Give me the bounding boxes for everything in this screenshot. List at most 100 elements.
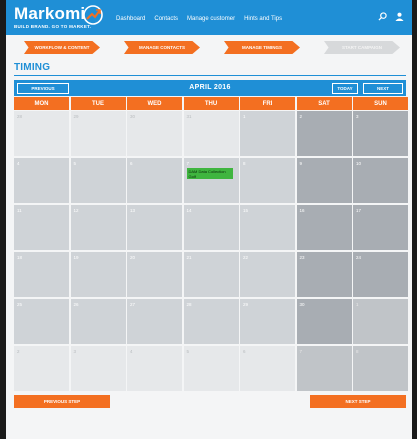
calendar-header: PREVIOUS APRIL 2016 TODAY NEXT (14, 80, 406, 96)
day-number: 22 (243, 255, 249, 260)
day-number: 23 (299, 255, 305, 260)
calendar-day-cell[interactable]: 6 (240, 346, 295, 391)
calendar-today-button[interactable]: TODAY (332, 83, 358, 94)
calendar-day-cell[interactable]: 26 (70, 299, 126, 344)
calendar-day-cell[interactable]: 7 (296, 346, 352, 391)
calendar-day-cell[interactable]: 22 (240, 252, 295, 297)
calendar-day-cell[interactable]: 3 (70, 346, 126, 391)
calendar-day-cell[interactable]: 6 (127, 158, 182, 203)
calendar-day-cell[interactable]: 1 (240, 111, 295, 156)
calendar-event[interactable]: DAM Data Collection Golf (186, 168, 233, 179)
brand-mark-icon (83, 5, 103, 25)
step-manage-timings[interactable]: MANAGE TIMINGS (224, 41, 300, 54)
day-number: 5 (186, 349, 190, 354)
calendar-day-cell[interactable]: 8 (353, 346, 408, 391)
day-number: 3 (73, 349, 77, 354)
day-number: 29 (73, 114, 79, 119)
day-number: 16 (299, 208, 305, 213)
calendar-day-cell[interactable]: 2 (296, 111, 352, 156)
calendar-day-cell[interactable]: 4 (127, 346, 182, 391)
calendar-day-cell[interactable]: 29 (240, 299, 295, 344)
day-number: 6 (130, 161, 133, 166)
day-number: 25 (17, 302, 23, 307)
calendar-day-cell[interactable]: 8 (240, 158, 295, 203)
calendar-day-cell[interactable]: 3 (353, 111, 408, 156)
day-number: 26 (73, 302, 79, 307)
calendar-day-cell[interactable]: 27 (127, 299, 182, 344)
brand-tagline: BUILD BRAND. GO TO MARKET. (14, 24, 92, 29)
calendar-next-button[interactable]: NEXT (363, 83, 403, 94)
top-bar: Markomi BUILD BRAND. GO TO MARKET. Dashb… (6, 0, 412, 35)
calendar-day-cell[interactable]: 23 (296, 252, 352, 297)
day-number: 17 (356, 208, 362, 213)
search-icon[interactable] (378, 12, 387, 21)
day-number: 8 (356, 349, 359, 354)
nav-contacts[interactable]: Contacts (154, 16, 178, 22)
app-page: Markomi BUILD BRAND. GO TO MARKET. Dashb… (6, 0, 412, 439)
nav-dashboard[interactable]: Dashboard (116, 16, 145, 22)
calendar-day-cell[interactable]: 24 (353, 252, 408, 297)
day-number: 20 (130, 255, 136, 260)
previous-step-button[interactable]: PREVIOUS STEP (14, 395, 110, 408)
day-header-mon: MON (14, 97, 69, 110)
calendar-day-cell[interactable]: 30 (296, 299, 352, 344)
step-workflow-content[interactable]: WORKFLOW & CONTENT (24, 41, 100, 54)
calendar-day-cell[interactable]: 12 (70, 205, 126, 250)
day-number: 9 (299, 161, 303, 166)
nav-manage-customer[interactable]: Manage customer (187, 16, 235, 22)
day-header-wed: WED (127, 97, 182, 110)
day-number: 28 (186, 302, 192, 307)
calendar-day-cell[interactable]: 20 (127, 252, 182, 297)
calendar-day-cell[interactable]: 21 (183, 252, 239, 297)
day-number: 30 (130, 114, 136, 119)
day-number: 10 (356, 161, 362, 166)
calendar-day-cell[interactable]: 14 (183, 205, 239, 250)
calendar-day-cell[interactable]: 18 (14, 252, 69, 297)
day-number: 27 (130, 302, 136, 307)
calendar-day-cell[interactable]: 28 (183, 299, 239, 344)
day-number: 29 (243, 302, 249, 307)
calendar-day-cell[interactable]: 31 (183, 111, 239, 156)
calendar-day-cell[interactable]: 25 (14, 299, 69, 344)
calendar-grid: 28 29 30 31 1 2 3 4 5 6 7 DAM Data Collection Golf 8… (14, 111, 408, 391)
day-header-sun: SUN (353, 97, 408, 110)
calendar-day-cell[interactable]: 28 (14, 111, 69, 156)
calendar-day-cell[interactable]: 9 (296, 158, 352, 203)
day-number: 18 (17, 255, 23, 260)
day-header-thu: THU (183, 97, 239, 110)
day-number: 8 (243, 161, 246, 166)
day-number: 19 (73, 255, 79, 260)
calendar-day-cell[interactable]: 5 (183, 346, 239, 391)
calendar-day-cell[interactable]: 16 (296, 205, 352, 250)
day-number: 14 (186, 208, 192, 213)
calendar-day-cell[interactable]: 2 (14, 346, 69, 391)
day-number: 2 (17, 349, 20, 354)
step-manage-contacts[interactable]: MANAGE CONTACTS (124, 41, 200, 54)
calendar-day-cell[interactable]: 17 (353, 205, 408, 250)
day-number: 13 (130, 208, 136, 213)
day-number: 31 (186, 114, 192, 119)
user-icon[interactable] (395, 12, 404, 21)
day-header-sat: SAT (296, 97, 352, 110)
title-divider (14, 75, 406, 76)
calendar-day-cell[interactable]: 15 (240, 205, 295, 250)
day-header-fri: FRI (240, 97, 295, 110)
calendar-day-cell[interactable]: 5 (70, 158, 126, 203)
header-icons (378, 12, 404, 21)
calendar-day-cell[interactable]: 19 (70, 252, 126, 297)
calendar-day-cell[interactable]: 10 (353, 158, 408, 203)
nav-hints-and-tips[interactable]: Hints and Tips (244, 16, 282, 22)
next-step-button[interactable]: NEXT STEP (310, 395, 406, 408)
day-number: 5 (73, 161, 77, 166)
day-number: 21 (186, 255, 192, 260)
calendar-day-cell[interactable]: 4 (14, 158, 69, 203)
day-number: 1 (243, 114, 246, 119)
calendar-day-cell[interactable]: 7 DAM Data Collection Golf (183, 158, 239, 203)
calendar-day-cell[interactable]: 30 (127, 111, 182, 156)
brand-logo[interactable]: Markomi BUILD BRAND. GO TO MARKET. (14, 5, 92, 30)
calendar-day-cell[interactable]: 11 (14, 205, 69, 250)
calendar-day-cell[interactable]: 29 (70, 111, 126, 156)
calendar-day-cell[interactable]: 13 (127, 205, 182, 250)
day-number: 30 (299, 302, 305, 307)
calendar-day-cell[interactable]: 1 (353, 299, 408, 344)
